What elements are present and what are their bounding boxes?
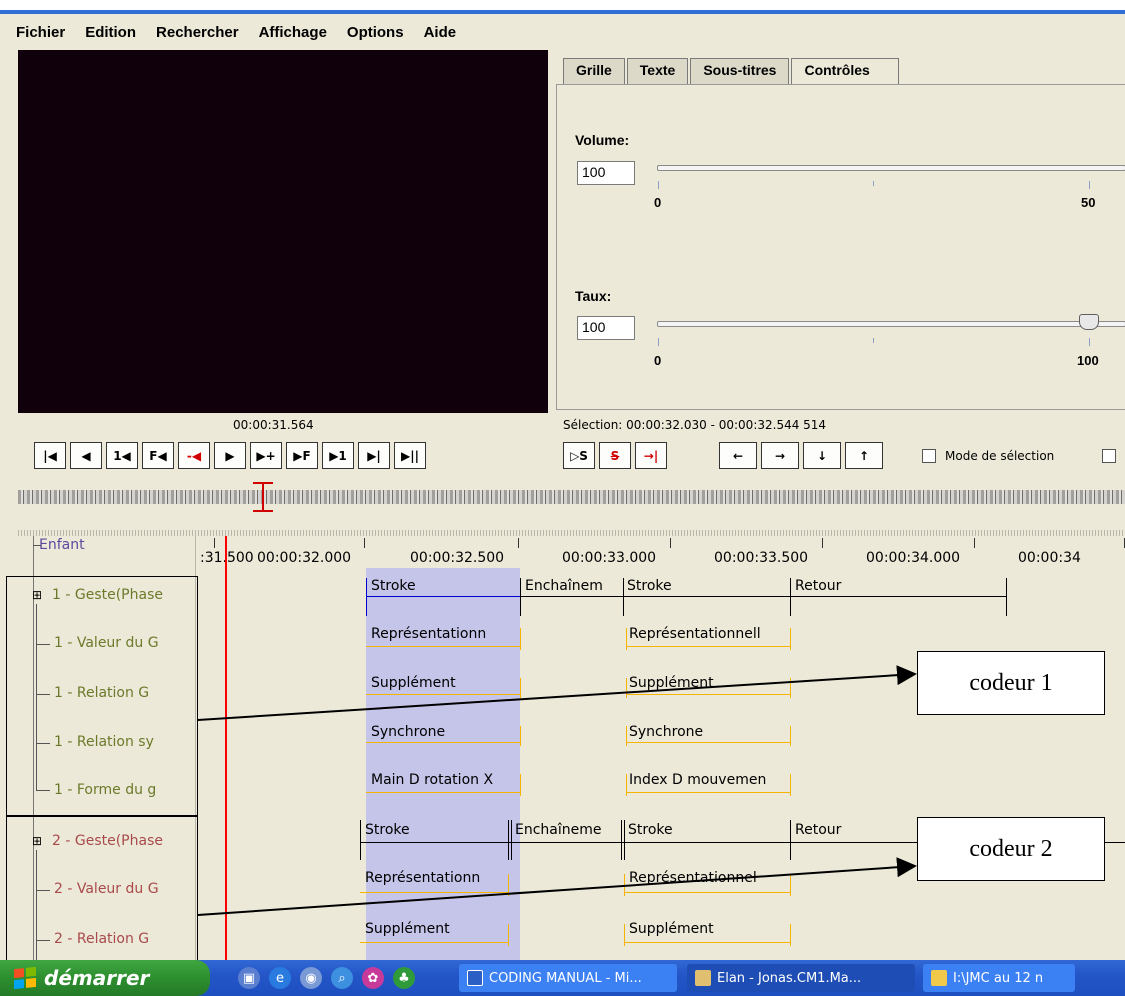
quick-launch: ▣ e ◉ ⌕ ✿ ♣ [238,967,415,989]
task-coding-manual[interactable]: CODING MANUAL - Mi... [459,964,677,992]
task-label: I:\JMC au 12 n [953,970,1044,986]
start-label: démarrer [44,966,150,990]
callout-codeur-1: codeur 1 [917,651,1105,715]
windows-logo-icon [14,966,36,990]
desktop-icon[interactable]: ▣ [238,967,260,989]
task-folder[interactable]: I:\JMC au 12 n [923,964,1075,992]
taskbar: démarrer ▣ e ◉ ⌕ ✿ ♣ CODING MANUAL - Mi.… [0,960,1125,996]
task-elan[interactable]: Elan - Jonas.CM1.Ma... [687,964,915,992]
internet-explorer-icon[interactable]: e [269,967,291,989]
word-icon [467,970,483,986]
search-icon[interactable]: ⌕ [331,967,353,989]
folder-icon [931,970,947,986]
callout-codeur-2: codeur 2 [917,817,1105,881]
task-label: CODING MANUAL - Mi... [489,970,642,986]
elan-icon [695,970,711,986]
tree-icon[interactable]: ♣ [393,967,415,989]
task-label: Elan - Jonas.CM1.Ma... [717,970,862,986]
app-icon[interactable]: ✿ [362,967,384,989]
messenger-icon[interactable]: ◉ [300,967,322,989]
start-button[interactable]: démarrer [0,960,210,996]
